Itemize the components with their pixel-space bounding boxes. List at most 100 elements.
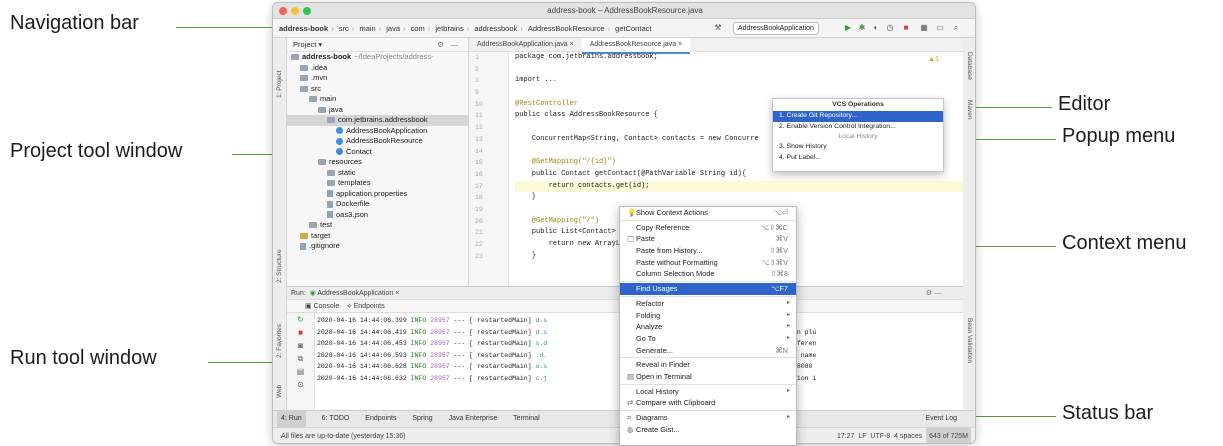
rerun-icon[interactable]: ↻: [287, 313, 314, 326]
run-config-tab[interactable]: AddressBookApplication: [317, 290, 393, 297]
tree-item[interactable]: AddressBookResource: [287, 136, 468, 147]
tree-item[interactable]: resources: [287, 157, 468, 168]
context-menu-item[interactable]: Copy Reference ⌥⇧⌘C: [620, 222, 796, 234]
tree-item[interactable]: templates: [287, 178, 468, 189]
project-structure-icon[interactable]: ▦: [919, 23, 929, 33]
run-icon[interactable]: ▶: [843, 23, 853, 33]
tree-item[interactable]: .mvn: [287, 73, 468, 84]
context-menu-item[interactable]: Analyze ▸: [620, 321, 796, 333]
caret-position[interactable]: 17:27: [837, 433, 855, 440]
breadcrumb-addressbook[interactable]: addressbook: [474, 19, 517, 37]
console-tab[interactable]: ▣ Console: [305, 303, 339, 310]
project-side-tab[interactable]: 1: Project: [276, 71, 283, 98]
memory-indicator[interactable]: 643 of 725M: [926, 428, 971, 443]
context-menu-item[interactable]: 💡Show Context Actions ⌥⏎: [620, 207, 796, 219]
tree-item[interactable]: main: [287, 94, 468, 105]
tree-item[interactable]: address-book ~/IdeaProjects/address-: [287, 52, 468, 63]
popup-item-create-git-repo[interactable]: 1. Create Git Repository...: [773, 111, 943, 122]
tree-item[interactable]: target: [287, 231, 468, 242]
tree-item[interactable]: com.jetbrains.addressbook: [287, 115, 468, 126]
settings-icon[interactable]: ⚙: [437, 38, 444, 52]
camera-icon[interactable]: ◙: [287, 339, 314, 352]
breadcrumb-main[interactable]: main: [359, 19, 375, 37]
search-icon[interactable]: ⌕: [951, 23, 961, 33]
file-encoding[interactable]: UTF-8: [870, 433, 890, 440]
bottom-tab-spring[interactable]: Spring: [412, 411, 432, 427]
coverage-icon[interactable]: ◐: [871, 23, 881, 33]
popup-item-show-history[interactable]: 3. Show History: [773, 142, 943, 153]
context-menu-item[interactable]: Generate... ⌘N: [620, 345, 796, 357]
tree-item[interactable]: java: [287, 105, 468, 116]
breadcrumb-com[interactable]: com: [411, 19, 425, 37]
tree-item[interactable]: oas3.json: [287, 210, 468, 221]
event-log-tab[interactable]: Event Log: [925, 411, 957, 427]
code-line[interactable]: import ...: [515, 75, 963, 87]
code-line[interactable]: }: [515, 192, 963, 204]
hide-icon[interactable]: —: [451, 38, 459, 52]
context-menu-item[interactable]: ⌗ Diagrams ▸: [620, 412, 796, 424]
bottom-tab-run[interactable]: 4: Run: [277, 411, 306, 427]
tree-item[interactable]: test: [287, 220, 468, 231]
build-icon[interactable]: ⚒: [713, 23, 723, 33]
context-menu-item[interactable]: Find Usages ⌥F7: [620, 283, 796, 295]
tree-item[interactable]: Contact: [287, 147, 468, 158]
tab-addressbookapplication[interactable]: AddressBookApplication.java ×: [469, 38, 582, 52]
tree-item[interactable]: .gitignore: [287, 241, 468, 252]
popup-item-put-label[interactable]: 4. Put Label...: [773, 153, 943, 164]
minimize-button[interactable]: [291, 7, 299, 15]
code-line[interactable]: [515, 64, 963, 76]
context-menu-item[interactable]: ◍ Create Gist...: [620, 424, 796, 436]
context-menu-item[interactable]: Go To ▸: [620, 333, 796, 345]
context-menu-item[interactable]: Column Selection Mode ⇧⌘8: [620, 268, 796, 280]
tree-item[interactable]: .idea: [287, 63, 468, 74]
run-config-selector[interactable]: AddressBookApplication: [733, 22, 819, 35]
zoom-button[interactable]: [303, 7, 311, 15]
structure-side-tab[interactable]: 2: Structure: [276, 249, 283, 283]
popup-item-enable-vcs[interactable]: 2. Enable Version Control Integration...: [773, 122, 943, 133]
bottom-tab-terminal[interactable]: Terminal: [513, 411, 539, 427]
tree-item[interactable]: static: [287, 168, 468, 179]
bottom-tab-endpoints[interactable]: Endpoints: [365, 411, 396, 427]
stop-run-icon[interactable]: ■: [287, 326, 314, 339]
close-button[interactable]: [279, 7, 287, 15]
bottom-tab-todo[interactable]: 6: TODO: [322, 411, 350, 427]
maven-side-tab[interactable]: Maven: [966, 100, 973, 120]
context-menu-item[interactable]: Local History ▸: [620, 386, 796, 398]
tree-item[interactable]: Dockerfile: [287, 199, 468, 210]
warning-indicator[interactable]: ▲1: [928, 56, 939, 63]
stop-icon[interactable]: ■: [901, 23, 911, 33]
breadcrumb-project[interactable]: address-book: [279, 19, 328, 37]
context-menu-item[interactable]: ⇄ Compare with Clipboard: [620, 397, 796, 409]
breadcrumb-java[interactable]: java: [386, 19, 400, 37]
context-menu-item[interactable]: Paste from History... ⇧⌘V: [620, 245, 796, 257]
breadcrumb-jetbrains[interactable]: jetbrains: [435, 19, 463, 37]
debug-icon[interactable]: ✱: [857, 23, 867, 33]
context-menu-item[interactable]: Refactor ▸: [620, 298, 796, 310]
bean-validation-side-tab[interactable]: Bean Validation: [966, 318, 973, 363]
layout-icon[interactable]: ▭: [935, 23, 945, 33]
line-separator[interactable]: LF: [858, 433, 866, 440]
breadcrumb-method[interactable]: getContact: [615, 19, 651, 37]
project-header[interactable]: Project ▾ ⚙ —: [287, 38, 468, 52]
pin-icon[interactable]: ⊙: [287, 378, 314, 391]
context-menu-item[interactable]: Reveal in Finder: [620, 359, 796, 371]
breadcrumb-class[interactable]: AddressBookResource: [528, 19, 605, 37]
favorites-side-tab[interactable]: 2: Favorites: [276, 324, 283, 358]
run-settings-icon[interactable]: ⚙ —: [926, 287, 941, 300]
code-line[interactable]: [515, 87, 963, 99]
context-menu-item[interactable]: ▤ Open in Terminal: [620, 371, 796, 383]
web-side-tab[interactable]: Web: [276, 385, 283, 398]
context-menu-item[interactable]: ▢ Paste ⌘V: [620, 233, 796, 245]
context-menu-item[interactable]: Paste without Formatting ⌥⇧⌘V: [620, 257, 796, 269]
endpoints-tab[interactable]: ⟡ Endpoints: [347, 303, 385, 310]
database-side-tab[interactable]: Database: [966, 52, 973, 80]
code-line[interactable]: package com.jetbrains.addressbook;: [515, 52, 963, 64]
tree-item[interactable]: AddressBookApplication: [287, 126, 468, 137]
indent-setting[interactable]: 4 spaces: [894, 433, 922, 440]
breadcrumb-src[interactable]: src: [339, 19, 349, 37]
profile-icon[interactable]: ◷: [885, 23, 895, 33]
bottom-tab-java-enterprise[interactable]: Java Enterprise: [449, 411, 498, 427]
restore-icon[interactable]: ⧉: [287, 352, 314, 365]
context-menu-item[interactable]: Folding ▸: [620, 310, 796, 322]
tree-item[interactable]: application.properties: [287, 189, 468, 200]
